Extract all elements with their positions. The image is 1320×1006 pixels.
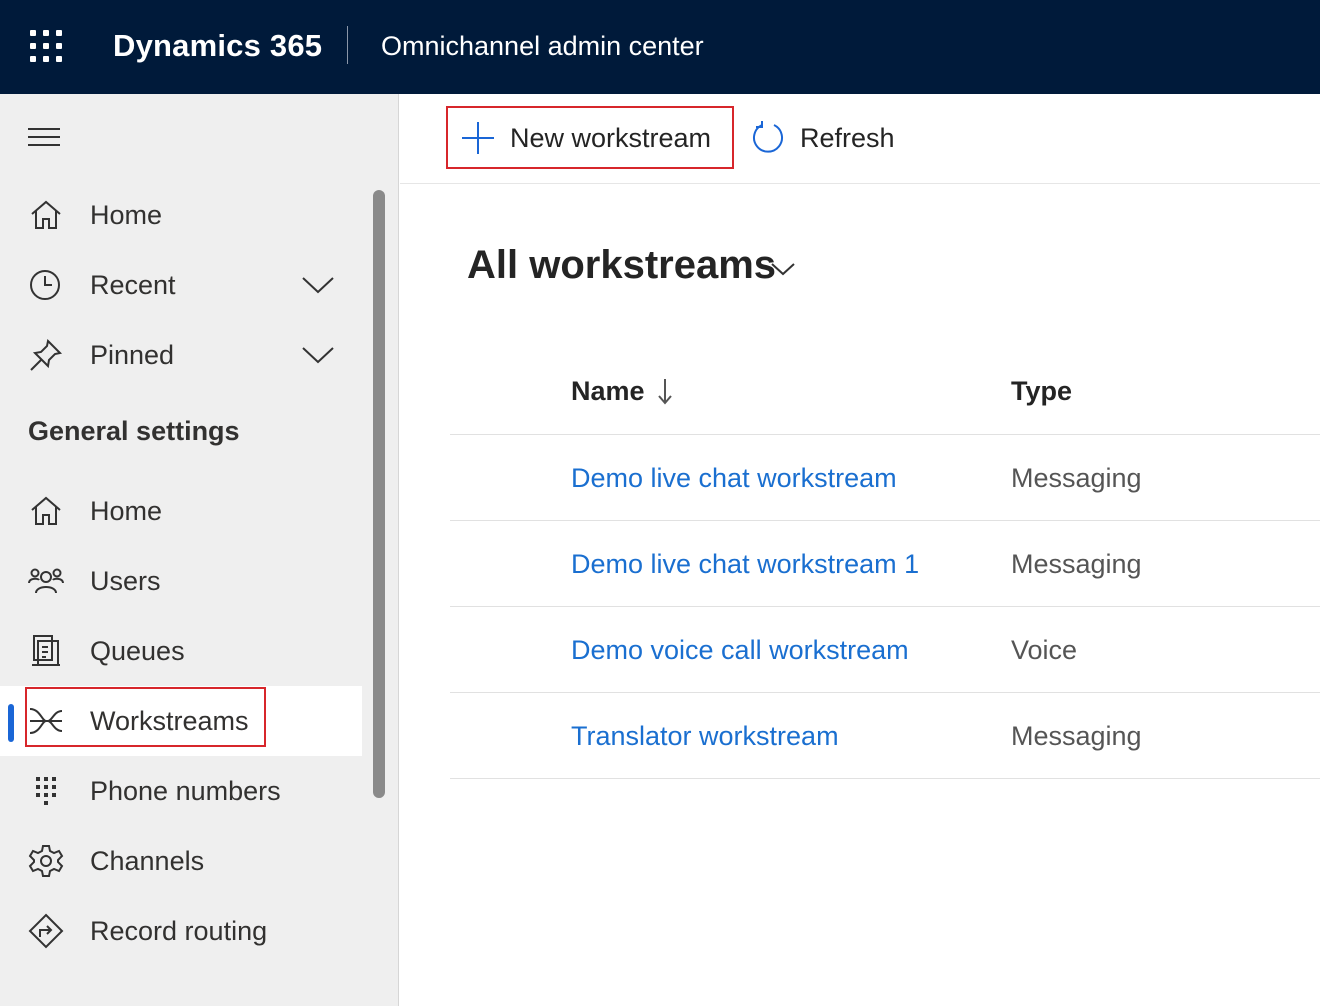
refresh-button[interactable]: Refresh [750, 106, 895, 170]
table-divider [450, 778, 1320, 779]
hamburger-menu-icon[interactable] [28, 128, 60, 148]
sidebar-item-phone-numbers[interactable]: Phone numbers [0, 756, 362, 826]
table-row: Demo voice call workstream Voice [450, 607, 1320, 693]
sidebar-item-users[interactable]: Users [0, 546, 362, 616]
workstream-name-link[interactable]: Translator workstream [571, 721, 839, 752]
workstream-name-link[interactable]: Demo live chat workstream [571, 463, 897, 494]
sidebar-scrollbar[interactable] [373, 190, 385, 798]
column-header-name[interactable]: Name [571, 376, 645, 407]
sidebar-item-channels[interactable]: Channels [0, 826, 362, 896]
app-launcher-icon[interactable] [30, 30, 64, 64]
workstreams-highlight-box [25, 687, 266, 747]
table-row: Translator workstream Messaging [450, 693, 1320, 779]
sidebar-item-label: Users [90, 566, 161, 596]
home-icon [31, 200, 61, 229]
chevron-down-icon[interactable] [300, 340, 336, 370]
clock-icon [30, 270, 60, 300]
workstream-type: Messaging [1011, 463, 1142, 493]
app-name: Omnichannel admin center [381, 31, 704, 61]
workstream-type: Messaging [1011, 549, 1142, 579]
table-row: Demo live chat workstream Messaging [450, 435, 1320, 521]
sidebar: Home Recent Pinned General settings Home [0, 94, 399, 1006]
pin-icon [30, 338, 63, 371]
sidebar-item-label: Channels [90, 846, 205, 876]
chevron-down-icon[interactable] [300, 270, 336, 300]
sidebar-item-label: Record routing [90, 916, 268, 946]
column-header-type[interactable]: Type [1011, 376, 1072, 407]
sidebar-item-label: Pinned [90, 340, 175, 370]
top-bar: Dynamics 365 Omnichannel admin center [0, 0, 1320, 94]
brand-title[interactable]: Dynamics 365 [113, 28, 322, 64]
sidebar-item-general-home[interactable]: Home [0, 476, 362, 546]
sidebar-item-label: Phone numbers [90, 776, 281, 806]
workstream-type: Messaging [1011, 721, 1142, 751]
workstream-name-link[interactable]: Demo voice call workstream [571, 635, 909, 666]
routing-icon [28, 913, 64, 949]
sidebar-item-home[interactable]: Home [0, 180, 362, 250]
table-row: Demo live chat workstream 1 Messaging [450, 521, 1320, 607]
dialpad-icon [36, 777, 56, 805]
sort-descending-icon[interactable] [656, 376, 674, 406]
section-title-general-settings: General settings [28, 416, 240, 446]
header-divider [347, 26, 348, 64]
chevron-down-icon[interactable] [770, 258, 796, 280]
view-title[interactable]: All workstreams [467, 243, 776, 288]
sidebar-item-record-routing[interactable]: Record routing [0, 896, 362, 966]
gear-icon [28, 845, 64, 877]
sidebar-item-label: Home [90, 200, 163, 230]
sidebar-item-label: Home [90, 496, 163, 526]
sidebar-item-pinned[interactable]: Pinned [0, 320, 362, 390]
users-icon [28, 568, 64, 594]
selection-indicator [8, 704, 14, 742]
refresh-icon [753, 121, 783, 153]
sidebar-item-label: Recent [90, 270, 176, 300]
workstream-type: Voice [1011, 635, 1078, 665]
workstream-name-link[interactable]: Demo live chat workstream 1 [571, 549, 919, 580]
sidebar-item-recent[interactable]: Recent [0, 250, 362, 320]
sidebar-item-label: Queues [90, 636, 185, 666]
new-workstream-highlight-box [446, 106, 734, 169]
refresh-label: Refresh [800, 122, 895, 153]
sidebar-item-queues[interactable]: Queues [0, 616, 362, 686]
home-icon [31, 496, 61, 525]
queues-icon [32, 635, 60, 666]
